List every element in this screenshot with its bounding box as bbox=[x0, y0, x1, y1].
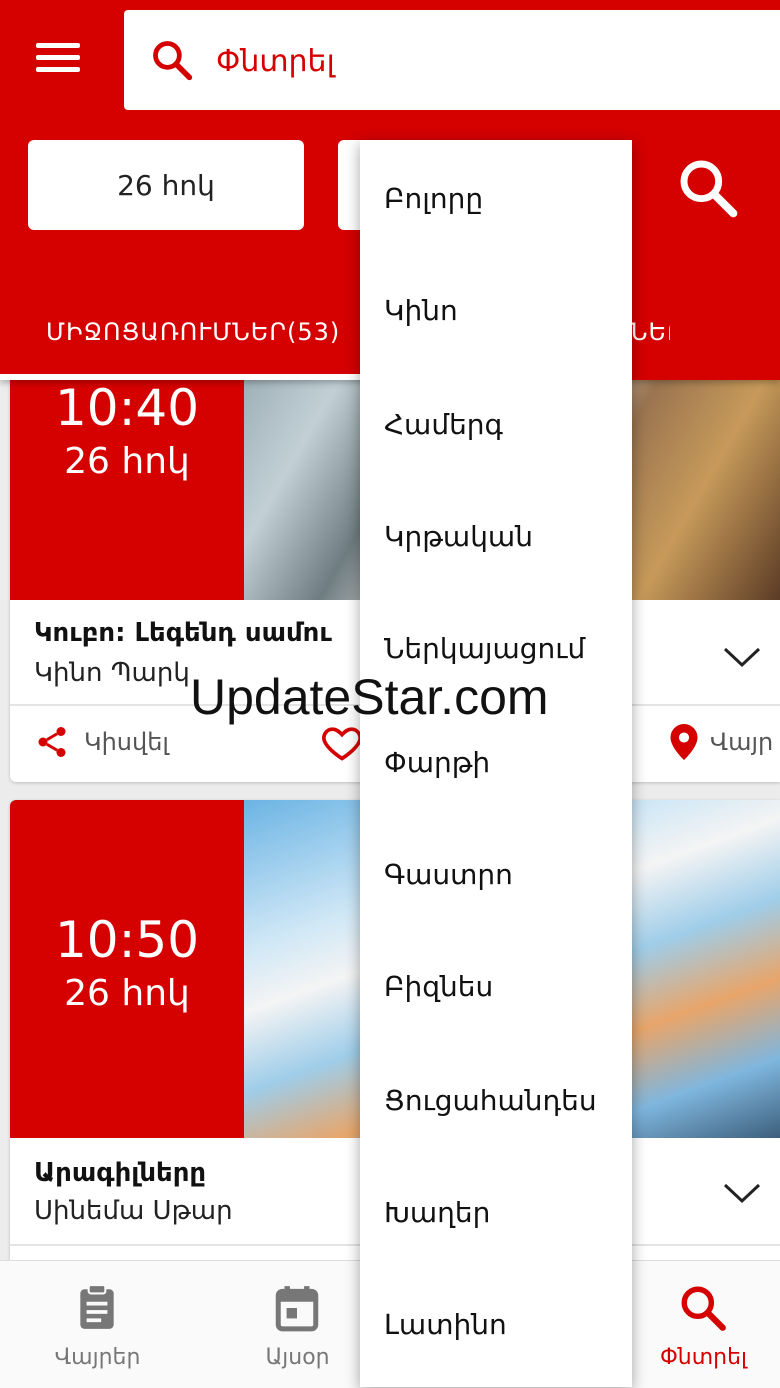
category-option[interactable]: Բոլորը bbox=[384, 182, 483, 215]
category-option[interactable]: Ցուցահանդես bbox=[384, 1084, 597, 1117]
search-icon[interactable] bbox=[676, 156, 740, 220]
event-date: 26 հոկ bbox=[64, 441, 190, 482]
event-time-box: 10:50 26 հոկ bbox=[10, 800, 244, 1138]
location-pin-icon bbox=[670, 724, 698, 760]
category-option[interactable]: Համերգ bbox=[384, 408, 503, 441]
category-option[interactable]: Խաղեր bbox=[384, 1196, 490, 1229]
event-time: 10:50 bbox=[54, 911, 200, 969]
event-date: 26 հոկ bbox=[64, 973, 190, 1014]
search-icon bbox=[681, 1286, 726, 1331]
tab-indicator bbox=[0, 374, 360, 380]
hamburger-menu-icon[interactable] bbox=[28, 36, 88, 86]
event-venue: Կինո Պարկ bbox=[34, 658, 190, 688]
category-option[interactable]: Ներկայացում bbox=[384, 632, 585, 665]
share-icon bbox=[38, 727, 66, 757]
category-option[interactable]: Կինո bbox=[384, 294, 458, 327]
clipboard-icon bbox=[80, 1284, 114, 1329]
tab-other[interactable]: ՆԵՐ bbox=[630, 318, 670, 346]
date-filter-button[interactable]: 26 հոկ bbox=[28, 140, 304, 230]
heart-icon[interactable] bbox=[320, 720, 364, 764]
event-title: Արագիլները bbox=[34, 1158, 207, 1188]
event-time: 10:40 bbox=[54, 379, 200, 437]
search-icon bbox=[153, 41, 193, 81]
location-label: Վայր bbox=[710, 728, 774, 756]
category-option[interactable]: Գաստրո bbox=[384, 858, 513, 891]
category-dropdown-menu[interactable]: Բոլորը Կինո Համերգ Կրթական Ներկայացում Փ… bbox=[360, 140, 632, 1387]
search-bar[interactable] bbox=[124, 10, 780, 110]
category-option[interactable]: Բիզնես bbox=[384, 970, 493, 1003]
share-label: Կիսվել bbox=[84, 728, 169, 756]
nav-places[interactable]: Վայրեր bbox=[0, 1261, 195, 1388]
category-option[interactable]: Փարթի bbox=[384, 746, 490, 779]
chevron-down-icon[interactable] bbox=[722, 1180, 762, 1206]
location-button[interactable]: Վայր bbox=[670, 724, 773, 760]
nav-search[interactable]: Փնտրել bbox=[606, 1261, 780, 1388]
share-button[interactable]: Կիսվել bbox=[34, 724, 169, 760]
nav-places-label: Վայրեր bbox=[54, 1345, 141, 1370]
tab-events[interactable]: ՄԻՋՈՑԱՌՈՒՄՆԵՐ(53) bbox=[46, 318, 340, 346]
chevron-down-icon[interactable] bbox=[722, 644, 762, 670]
event-title: Կուբո: Լեգենդ սամու bbox=[34, 618, 332, 648]
category-option[interactable]: Լատինո bbox=[384, 1308, 507, 1341]
nav-search-label: Փնտրել bbox=[659, 1345, 748, 1370]
category-option[interactable]: Կրթական bbox=[384, 520, 533, 553]
search-input[interactable] bbox=[214, 38, 738, 84]
event-venue: Սինեմա Սթար bbox=[34, 1196, 233, 1226]
calendar-icon bbox=[275, 1286, 319, 1332]
